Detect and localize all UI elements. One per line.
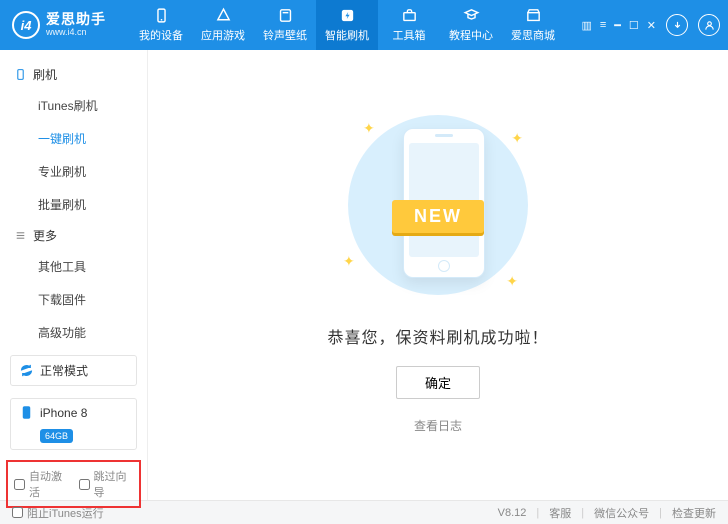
sidebar-group-more: 更多 bbox=[0, 221, 147, 250]
main-content: ✦ ✦ ✦ ✦ NEW 恭喜您，保资料刷机成功啦！ 确定 查看日志 bbox=[148, 50, 728, 500]
nav-apps-games[interactable]: 应用游戏 bbox=[192, 0, 254, 50]
success-illustration: ✦ ✦ ✦ ✦ NEW bbox=[333, 110, 543, 300]
site-url: www.i4.cn bbox=[46, 28, 106, 38]
capacity-badge: 64GB bbox=[40, 429, 73, 443]
ok-button[interactable]: 确定 bbox=[396, 366, 480, 399]
tutorial-icon bbox=[463, 7, 480, 24]
nav-my-devices[interactable]: 我的设备 bbox=[130, 0, 192, 50]
version-label: V8.12 bbox=[498, 507, 527, 519]
footer-update[interactable]: 检查更新 bbox=[672, 505, 716, 521]
note-icon bbox=[277, 7, 294, 24]
flash-icon bbox=[339, 7, 356, 24]
sidebar-item-advanced[interactable]: 高级功能 bbox=[0, 316, 147, 349]
minimize-icon[interactable]: ━ bbox=[614, 19, 621, 32]
download-icon bbox=[672, 20, 683, 31]
view-log-link[interactable]: 查看日志 bbox=[414, 417, 462, 434]
device-mode-box[interactable]: 正常模式 bbox=[10, 355, 137, 386]
block-itunes-checkbox[interactable]: 阻止iTunes运行 bbox=[12, 505, 104, 521]
shop-icon bbox=[525, 7, 542, 24]
header-right: ▥ ≡ ━ ☐ ✕ bbox=[581, 14, 720, 36]
user-icon bbox=[704, 20, 715, 31]
maximize-icon[interactable]: ☐ bbox=[629, 19, 639, 32]
footer-support[interactable]: 客服 bbox=[549, 505, 571, 521]
auto-activate-input[interactable] bbox=[14, 479, 25, 490]
iphone-icon bbox=[19, 405, 34, 420]
sidebar: 刷机 iTunes刷机 一键刷机 专业刷机 批量刷机 更多 其他工具 下载固件 … bbox=[0, 50, 148, 500]
new-ribbon: NEW bbox=[392, 200, 484, 233]
skip-wizard-input[interactable] bbox=[79, 479, 90, 490]
success-message: 恭喜您，保资料刷机成功啦！ bbox=[327, 324, 548, 348]
auto-activate-checkbox[interactable]: 自动激活 bbox=[14, 468, 69, 500]
top-nav: 我的设备 应用游戏 铃声壁纸 智能刷机 工具箱 教程中心 爱思商城 bbox=[130, 0, 564, 50]
skip-wizard-checkbox[interactable]: 跳过向导 bbox=[79, 468, 134, 500]
toolbox-icon bbox=[401, 7, 418, 24]
brand-name: 爱思助手 bbox=[46, 12, 106, 27]
sidebar-item-batch-flash[interactable]: 批量刷机 bbox=[0, 188, 147, 221]
theme-icon[interactable]: ▥ bbox=[581, 19, 591, 32]
nav-shop[interactable]: 爱思商城 bbox=[502, 0, 564, 50]
sidebar-item-pro-flash[interactable]: 专业刷机 bbox=[0, 155, 147, 188]
download-button[interactable] bbox=[666, 14, 688, 36]
list-icon bbox=[14, 229, 27, 242]
sidebar-item-itunes-flash[interactable]: iTunes刷机 bbox=[0, 89, 147, 122]
apps-icon bbox=[215, 7, 232, 24]
refresh-icon bbox=[19, 363, 34, 378]
device-name: iPhone 8 bbox=[40, 406, 87, 420]
sidebar-item-oneclick-flash[interactable]: 一键刷机 bbox=[0, 122, 147, 155]
sidebar-group-flash: 刷机 bbox=[0, 60, 147, 89]
sidebar-item-download-firmware[interactable]: 下载固件 bbox=[0, 283, 147, 316]
app-logo: i4 爱思助手 www.i4.cn bbox=[12, 11, 130, 39]
phone-icon bbox=[153, 7, 170, 24]
close-icon[interactable]: ✕ bbox=[647, 19, 656, 32]
bottom-options-highlighted: 自动激活 跳过向导 bbox=[6, 460, 141, 508]
footer-wechat[interactable]: 微信公众号 bbox=[594, 505, 649, 521]
logo-icon: i4 bbox=[12, 11, 40, 39]
phone-outline-icon bbox=[14, 68, 27, 81]
block-itunes-input[interactable] bbox=[12, 507, 23, 518]
nav-rings-wallpapers[interactable]: 铃声壁纸 bbox=[254, 0, 316, 50]
nav-smart-flash[interactable]: 智能刷机 bbox=[316, 0, 378, 50]
menu-icon[interactable]: ≡ bbox=[600, 19, 606, 32]
window-controls: ▥ ≡ ━ ☐ ✕ bbox=[581, 19, 656, 32]
nav-toolbox[interactable]: 工具箱 bbox=[378, 0, 440, 50]
account-button[interactable] bbox=[698, 14, 720, 36]
sidebar-item-other-tools[interactable]: 其他工具 bbox=[0, 250, 147, 283]
device-info-box[interactable]: iPhone 8 64GB bbox=[10, 398, 137, 450]
nav-tutorial[interactable]: 教程中心 bbox=[440, 0, 502, 50]
device-mode-label: 正常模式 bbox=[40, 362, 88, 379]
header-bar: i4 爱思助手 www.i4.cn 我的设备 应用游戏 铃声壁纸 智能刷机 工具… bbox=[0, 0, 728, 50]
